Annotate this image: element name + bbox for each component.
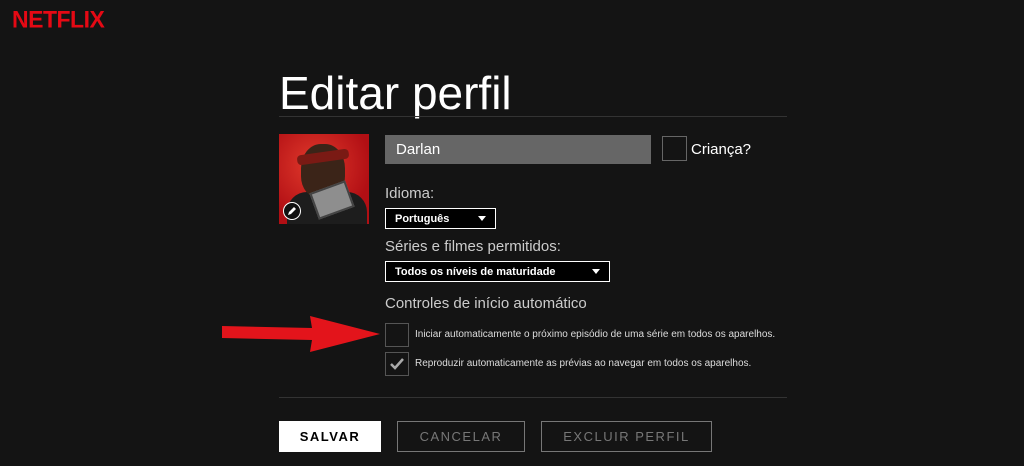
autoplay-next-episode-label: Iniciar automaticamente o próximo episód… bbox=[415, 329, 776, 340]
autoplay-previews-label: Reproduzir automaticamente as prévias ao… bbox=[415, 358, 752, 369]
chevron-down-icon bbox=[478, 216, 486, 221]
delete-profile-button[interactable]: EXCLUIR PERFIL bbox=[541, 421, 712, 452]
language-select[interactable]: Português bbox=[385, 208, 496, 229]
kid-label: Criança? bbox=[691, 141, 752, 158]
autoplay-previews-checkbox[interactable] bbox=[385, 352, 409, 376]
cancel-button[interactable]: CANCELAR bbox=[397, 421, 525, 452]
divider-bottom bbox=[279, 397, 787, 398]
netflix-logo[interactable]: NETFLIX bbox=[12, 5, 105, 33]
divider-top bbox=[279, 116, 787, 117]
maturity-select[interactable]: Todos os níveis de maturidade bbox=[385, 261, 610, 282]
maturity-selected-value: Todos os níveis de maturidade bbox=[395, 265, 556, 278]
profile-name-input[interactable] bbox=[385, 135, 651, 164]
autoplay-next-episode-checkbox[interactable] bbox=[385, 323, 409, 347]
checkmark-icon bbox=[390, 358, 404, 370]
page-title: Editar perfil bbox=[279, 67, 512, 119]
red-arrow-icon bbox=[222, 316, 380, 352]
language-label: Idioma: bbox=[385, 185, 435, 202]
profile-avatar[interactable] bbox=[279, 134, 369, 224]
kid-checkbox[interactable] bbox=[662, 136, 687, 161]
edit-pencil-icon[interactable] bbox=[283, 202, 301, 220]
save-button[interactable]: SALVAR bbox=[279, 421, 381, 452]
chevron-down-icon bbox=[592, 269, 600, 274]
language-selected-value: Português bbox=[395, 212, 450, 225]
maturity-label: Séries e filmes permitidos: bbox=[385, 238, 561, 255]
autoplay-section-label: Controles de início automático bbox=[385, 295, 587, 312]
